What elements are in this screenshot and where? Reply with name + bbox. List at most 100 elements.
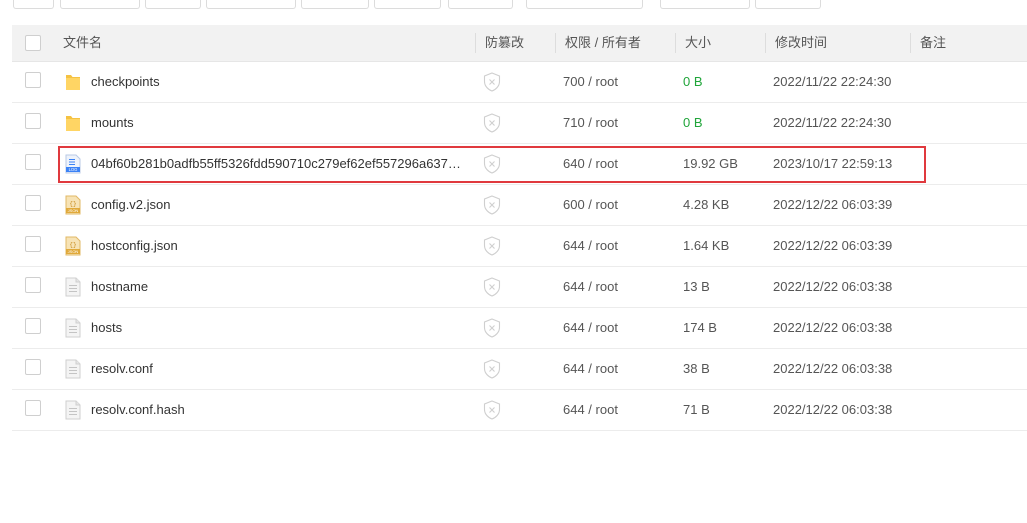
svg-text:JSON: JSON: [68, 208, 79, 213]
file-mtime: 2023/10/17 22:59:13: [773, 156, 893, 171]
file-size: 174 B: [683, 320, 717, 335]
file-permission[interactable]: 644 / root: [563, 308, 618, 348]
toolbar-button[interactable]: [60, 0, 140, 9]
table-row[interactable]: hostname 644 / root 13 B 2022/12/22 06:03:3…: [12, 267, 1027, 308]
row-checkbox[interactable]: [25, 113, 41, 129]
tamper-shield-icon[interactable]: [483, 400, 501, 420]
json-file-icon: {} JSON: [65, 195, 81, 215]
file-name[interactable]: config.v2.json: [91, 185, 466, 225]
file-size: 71 B: [683, 402, 710, 417]
table-row[interactable]: {} JSON config.v2.json 600 / root 4.28 KB 202…: [12, 185, 1027, 226]
column-separator: [910, 33, 911, 53]
log-file-icon: LOG: [65, 154, 81, 174]
select-all-checkbox[interactable]: [25, 35, 41, 51]
file-size: 0 B: [683, 74, 703, 89]
table-row[interactable]: {} JSON hostconfig.json 644 / root 1.64 KB 20…: [12, 226, 1027, 267]
file-mtime: 2022/12/22 06:03:38: [773, 320, 893, 335]
file-mtime: 2022/12/22 06:03:38: [773, 361, 893, 376]
table-row[interactable]: hosts 644 / root 174 B 2022/12/22 06:03:38: [12, 308, 1027, 349]
text-file-icon: [65, 400, 81, 420]
header-filename[interactable]: 文件名: [63, 25, 102, 61]
text-file-icon: [65, 359, 81, 379]
toolbar-button[interactable]: [13, 0, 54, 9]
tamper-shield-icon[interactable]: [483, 236, 501, 256]
file-permission[interactable]: 600 / root: [563, 185, 618, 225]
header-perm-owner[interactable]: 权限 / 所有者: [565, 25, 641, 61]
svg-text:{}: {}: [69, 201, 76, 208]
tamper-shield-icon[interactable]: [483, 318, 501, 338]
file-permission[interactable]: 644 / root: [563, 267, 618, 307]
svg-text:{}: {}: [69, 242, 76, 249]
table-row[interactable]: checkpoints 700 / root 0 B 2022/11/22 22:24…: [12, 62, 1027, 103]
tamper-shield-icon[interactable]: [483, 195, 501, 215]
text-file-icon: [65, 318, 81, 338]
table-row[interactable]: mounts 710 / root 0 B 2022/11/22 22:24:30: [12, 103, 1027, 144]
file-mtime: 2022/11/22 22:24:30: [773, 74, 892, 89]
file-size: 19.92 GB: [683, 156, 738, 171]
row-checkbox[interactable]: [25, 195, 41, 211]
table-row[interactable]: LOG 04bf60b281b0adfb55ff5326fdd590710c279…: [12, 144, 1027, 185]
tamper-shield-icon[interactable]: [483, 72, 501, 92]
row-checkbox[interactable]: [25, 236, 41, 252]
table-row[interactable]: resolv.conf 644 / root 38 B 2022/12/22 06:0…: [12, 349, 1027, 390]
file-size: 0 B: [683, 115, 703, 130]
table-body: checkpoints 700 / root 0 B 2022/11/22 22:24…: [12, 62, 1027, 431]
toolbar-button[interactable]: [145, 0, 201, 9]
header-tamper: 防篡改: [485, 35, 525, 50]
tamper-shield-icon[interactable]: [483, 359, 501, 379]
column-separator: [675, 33, 676, 53]
file-permission[interactable]: 710 / root: [563, 103, 618, 143]
toolbar-button[interactable]: [301, 0, 369, 9]
file-permission[interactable]: 644 / root: [563, 349, 618, 389]
file-size: 38 B: [683, 361, 710, 376]
row-checkbox[interactable]: [25, 318, 41, 334]
file-mtime: 2022/12/22 06:03:38: [773, 279, 893, 294]
header-size[interactable]: 大小: [685, 25, 711, 61]
file-size: 4.28 KB: [683, 197, 730, 212]
file-permission[interactable]: 640 / root: [563, 144, 618, 184]
toolbar-button[interactable]: [660, 0, 750, 9]
file-name[interactable]: resolv.conf.hash: [91, 390, 466, 430]
file-name[interactable]: hosts: [91, 308, 466, 348]
file-size: 13 B: [683, 279, 710, 294]
header-mtime[interactable]: 修改时间: [775, 25, 827, 61]
toolbar-button[interactable]: [448, 0, 513, 9]
row-checkbox[interactable]: [25, 72, 41, 88]
file-mtime: 2022/11/22 22:24:30: [773, 115, 892, 130]
row-checkbox[interactable]: [25, 359, 41, 375]
column-separator: [555, 33, 556, 53]
file-name[interactable]: 04bf60b281b0adfb55ff5326fdd590710c279ef6…: [91, 144, 466, 184]
header-note: 备注: [920, 35, 947, 50]
toolbar-button[interactable]: [206, 0, 296, 9]
file-size: 1.64 KB: [683, 238, 730, 253]
svg-text:JSON: JSON: [68, 249, 79, 254]
file-name[interactable]: checkpoints: [91, 62, 466, 102]
table-row[interactable]: resolv.conf.hash 644 / root 71 B 2022/12/22…: [12, 390, 1027, 431]
file-name[interactable]: hostconfig.json: [91, 226, 466, 266]
tamper-shield-icon[interactable]: [483, 113, 501, 133]
file-mtime: 2022/12/22 06:03:39: [773, 197, 893, 212]
file-name[interactable]: hostname: [91, 267, 466, 307]
svg-text:LOG: LOG: [69, 167, 78, 172]
row-checkbox[interactable]: [25, 400, 41, 416]
file-mtime: 2022/12/22 06:03:39: [773, 238, 893, 253]
row-checkbox[interactable]: [25, 154, 41, 170]
column-separator: [475, 33, 476, 53]
file-permission[interactable]: 644 / root: [563, 226, 618, 266]
tamper-shield-icon[interactable]: [483, 154, 501, 174]
file-permission[interactable]: 700 / root: [563, 62, 618, 102]
text-file-icon: [65, 277, 81, 297]
file-mtime: 2022/12/22 06:03:38: [773, 402, 893, 417]
tamper-shield-icon[interactable]: [483, 277, 501, 297]
toolbar: [0, 0, 1027, 10]
column-separator: [765, 33, 766, 53]
row-checkbox[interactable]: [25, 277, 41, 293]
toolbar-button[interactable]: [755, 0, 821, 9]
toolbar-button[interactable]: [374, 0, 441, 9]
toolbar-button[interactable]: [526, 0, 643, 9]
file-table: 文件名 防篡改 权限 / 所有者 大小 修改时间 备注 checkpoints 7…: [12, 25, 1027, 431]
file-name[interactable]: mounts: [91, 103, 466, 143]
file-name[interactable]: resolv.conf: [91, 349, 466, 389]
table-header: 文件名 防篡改 权限 / 所有者 大小 修改时间 备注: [12, 25, 1027, 62]
file-permission[interactable]: 644 / root: [563, 390, 618, 430]
